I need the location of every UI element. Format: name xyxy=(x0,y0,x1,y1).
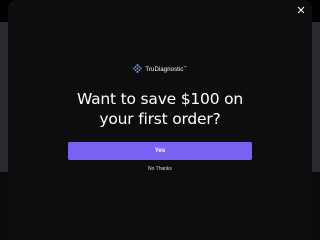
yes-button[interactable]: Yes xyxy=(68,142,252,160)
brand-name-text: TruDiagnostic xyxy=(145,66,184,73)
page: TruDiagnostic™ Want to save $100 on your… xyxy=(0,0,320,240)
background-page-right xyxy=(312,22,320,172)
promo-modal: TruDiagnostic™ Want to save $100 on your… xyxy=(8,0,312,240)
background-page-left xyxy=(0,22,8,172)
close-icon[interactable] xyxy=(297,6,305,14)
brand-logo: TruDiagnostic™ xyxy=(8,64,312,73)
close-button[interactable] xyxy=(294,3,308,17)
brand-name: TruDiagnostic™ xyxy=(145,65,186,73)
trademark-symbol: ™ xyxy=(183,64,187,69)
no-thanks-link[interactable]: No Thanks xyxy=(8,166,312,172)
headline-line-2: your first order? xyxy=(99,110,221,128)
headline-line-1: Want to save $100 on xyxy=(76,90,244,108)
trudiagnostic-logo-icon xyxy=(133,64,143,73)
offer-headline: Want to save $100 on your first order? xyxy=(8,89,312,129)
